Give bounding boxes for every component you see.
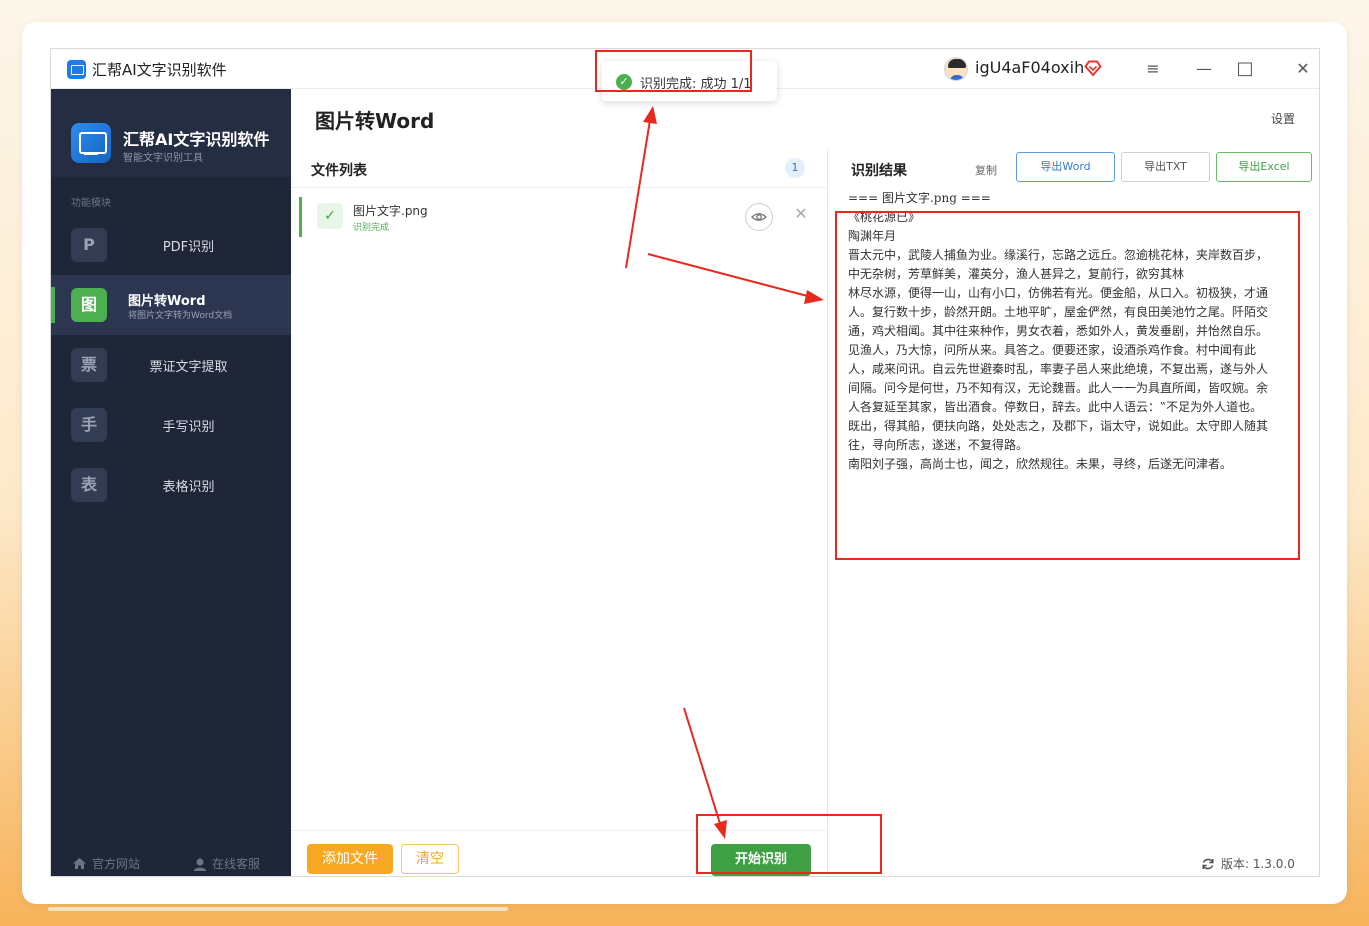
page-title: 图片转Word [315, 109, 435, 133]
check-icon: ✓ [317, 203, 343, 229]
add-file-button[interactable]: 添加文件 [307, 844, 393, 874]
clear-button[interactable]: 清空 [401, 844, 459, 874]
service-label: 在线客服 [212, 857, 261, 871]
annotation-box-result [835, 211, 1300, 560]
sidebar-item-image-to-word[interactable]: 图 图片转Word 将图片文字转为Word文档 [51, 275, 291, 335]
sidebar-footer: 官方网站 在线客服 [51, 855, 291, 876]
avatar[interactable] [944, 57, 968, 81]
sidebar: 汇帮AI文字识别软件 智能文字识别工具 功能模块 P PDF识别 图 图片转Wo… [51, 89, 291, 876]
sidebar-item-label: PDF识别 [162, 240, 215, 255]
copy-button[interactable]: 复制 [975, 162, 997, 178]
sidebar-item-table[interactable]: 表 表格识别 [51, 455, 291, 515]
handwriting-icon: 手 [71, 408, 107, 442]
sidebar-item-handwriting[interactable]: 手 手写识别 [51, 395, 291, 455]
brand: 汇帮AI文字识别软件 智能文字识别工具 [51, 89, 291, 177]
result-title: 识别结果 [851, 163, 907, 179]
pdf-icon: P [71, 228, 107, 262]
app-title: 汇帮AI文字识别软件 [92, 61, 227, 79]
version-label: 版本: 1.3.0.0 [1221, 857, 1295, 871]
brand-logo-icon [71, 123, 111, 163]
username[interactable]: igU4aF04oxih [975, 58, 1084, 77]
annotation-box-start [696, 814, 882, 874]
preview-button[interactable] [745, 203, 773, 231]
file-list-title: 文件列表 [311, 163, 367, 179]
export-txt-button[interactable]: 导出TXT [1121, 152, 1210, 182]
minimize-button[interactable]: — [1193, 58, 1215, 80]
service-link[interactable]: 在线客服 [193, 855, 260, 872]
table-icon: 表 [71, 468, 107, 502]
sidebar-item-label: 票证文字提取 [149, 360, 228, 375]
image-icon: 图 [71, 288, 107, 322]
file-list-panel: 文件列表 1 ✓ 图片文字.png 识别完成 ✕ 添加文件 清空 开始识别 [291, 149, 828, 876]
file-status: 识别完成 [353, 223, 390, 233]
section-label: 功能模块 [71, 198, 111, 209]
website-link[interactable]: 官方网站 [72, 855, 140, 872]
sidebar-item-ticket[interactable]: 票 票证文字提取 [51, 335, 291, 395]
website-label: 官方网站 [92, 857, 141, 871]
close-button[interactable]: ✕ [1292, 58, 1314, 80]
bottom-strip [48, 907, 508, 911]
export-excel-button[interactable]: 导出Excel [1216, 152, 1312, 182]
sidebar-item-label: 图片转Word [128, 294, 206, 309]
brand-subtitle: 智能文字识别工具 [123, 153, 203, 164]
brand-name: 汇帮AI文字识别软件 [123, 130, 270, 149]
settings-link[interactable]: 设置 [1271, 110, 1295, 127]
ticket-icon: 票 [71, 348, 107, 382]
refresh-icon[interactable] [1201, 857, 1215, 871]
list-item[interactable]: ✓ 图片文字.png 识别完成 ✕ [299, 197, 814, 237]
annotation-box-toast [595, 50, 752, 92]
vip-diamond-icon[interactable] [1084, 59, 1102, 77]
sidebar-item-sub: 将图片文字转为Word文档 [128, 311, 233, 321]
file-name: 图片文字.png [353, 204, 428, 218]
eye-icon [751, 213, 767, 221]
sidebar-item-pdf[interactable]: P PDF识别 [51, 215, 291, 275]
remove-file-button[interactable]: ✕ [789, 202, 813, 226]
service-icon [194, 858, 206, 871]
maximize-button[interactable]: □ [1234, 58, 1256, 80]
file-list-header: 文件列表 1 [291, 149, 828, 188]
menu-icon[interactable]: ≡ [1142, 58, 1164, 80]
app-logo-icon [67, 60, 86, 79]
version-info: 版本: 1.3.0.0 [1201, 855, 1295, 872]
file-count-badge: 1 [785, 158, 805, 178]
sidebar-item-label: 表格识别 [162, 480, 215, 495]
home-icon [73, 858, 86, 869]
sidebar-item-label: 手写识别 [162, 420, 215, 435]
export-word-button[interactable]: 导出Word [1016, 152, 1115, 182]
